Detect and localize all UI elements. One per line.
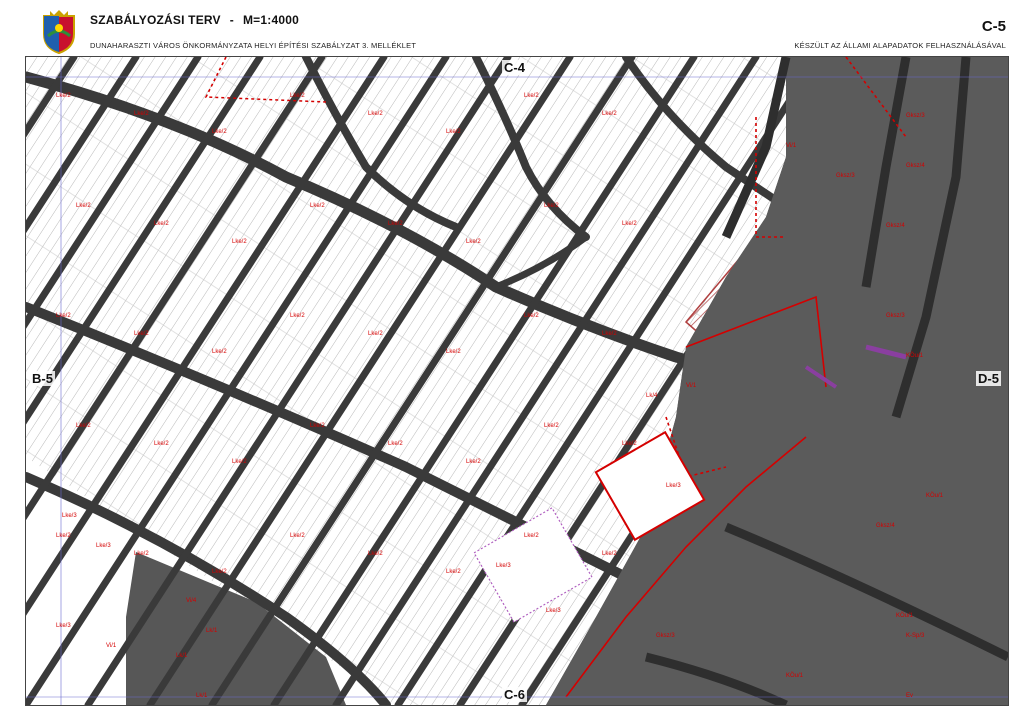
zone-label: Lke/2 [602, 551, 617, 557]
zone-label: Lke/2 [154, 221, 169, 227]
zone-label: Lke/2 [56, 93, 71, 99]
zone-label: Gksz/3 [656, 633, 675, 639]
zone-label: Lke/2 [212, 569, 227, 575]
zone-label: Ev [906, 693, 913, 699]
zone-label: Vi/1 [786, 143, 797, 149]
zone-label: Lke/2 [310, 423, 325, 429]
zone-label: Lke/2 [446, 569, 461, 575]
zone-label: Lke/2 [290, 533, 305, 539]
zone-label: Lke/2 [446, 349, 461, 355]
zone-label: Lke/2 [290, 93, 305, 99]
zone-label: Lke/3 [666, 483, 681, 489]
zone-label: Gksz/3 [906, 113, 925, 119]
adjacent-sheet-west[interactable]: B-5 [30, 371, 55, 386]
zone-label: Gksz/4 [886, 223, 905, 229]
zone-label: Lke/2 [544, 203, 559, 209]
zone-label: KÖu/1 [926, 492, 944, 499]
zone-label: Lke/2 [446, 129, 461, 135]
zone-label: Lke/2 [56, 533, 71, 539]
zone-label: Gksz/3 [836, 173, 855, 179]
zone-label: Lke/3 [62, 513, 77, 519]
map-header: SZABÁLYOZÁSI TERV - M=1:4000 DUNAHARASZTI … [0, 0, 1024, 56]
zone-label: KÖu/1 [786, 672, 804, 679]
zone-label: Lke/2 [388, 221, 403, 227]
zone-label: Lke/3 [56, 623, 71, 629]
zone-label: Lke/2 [524, 93, 539, 99]
zone-label: Lke/2 [368, 551, 383, 557]
zone-label: Lke/2 [134, 111, 149, 117]
zone-label: Lke/2 [524, 313, 539, 319]
zone-label: Lke/2 [622, 441, 637, 447]
zone-label: Lk/1 [176, 653, 188, 659]
zone-label: Lke/2 [466, 239, 481, 245]
adjacent-sheet-south[interactable]: C-6 [502, 687, 527, 702]
zone-label: Lke/2 [602, 111, 617, 117]
adjacent-sheet-east[interactable]: D-5 [976, 371, 1001, 386]
sheet-code: C-5 [981, 18, 1006, 35]
zone-label: Lke/3 [496, 563, 511, 569]
zone-label: Lke/2 [524, 533, 539, 539]
zone-label: Lke/2 [290, 313, 305, 319]
zone-label: Vi/1 [686, 383, 697, 389]
zone-label: Lke/2 [232, 239, 247, 245]
zone-label: Lk/4 [646, 393, 658, 399]
map-subtitle: DUNAHARASZTI VÁROS ÖNKORMÁNYZATA HELYI É… [90, 41, 417, 50]
zone-label: Lke/2 [212, 129, 227, 135]
zone-label: Gksz/4 [906, 163, 925, 169]
zone-label: Lke/3 [546, 608, 561, 614]
adjacent-sheet-north[interactable]: C-4 [502, 60, 527, 75]
title-separator: - [229, 13, 234, 27]
zone-label: Lke/2 [212, 349, 227, 355]
zone-label: Gksz/3 [886, 313, 905, 319]
zone-label: Lke/2 [466, 459, 481, 465]
zone-label: Lke/2 [134, 331, 149, 337]
zone-label: Lke/2 [76, 203, 91, 209]
zone-label: Lke/2 [76, 423, 91, 429]
map-drawing: Lke/2 Lke/2 Lke/2 Lke/2 Lke/2 Lke/2 Lke/2 Lke/2… [26, 57, 1008, 705]
zone-label: Lke/2 [56, 313, 71, 319]
zone-label: Lke/2 [134, 551, 149, 557]
zone-label: KÖu/1 [896, 612, 914, 619]
zone-label: K-Sp/3 [906, 633, 925, 639]
zone-label: Lke/2 [368, 111, 383, 117]
source-note: KÉSZÜLT AZ ÁLLAMI ALAPADATOK FELHASZNÁLÁ… [794, 41, 1006, 50]
zone-label: Gksz/4 [876, 523, 895, 529]
zone-label: Lk/1 [196, 693, 208, 699]
map-scale: M=1:4000 [242, 13, 299, 27]
zone-label: Lke/2 [602, 331, 617, 337]
map-title: SZABÁLYOZÁSI TERV - M=1:4000 [90, 13, 299, 27]
plan-title: SZABÁLYOZÁSI TERV [90, 13, 221, 27]
zone-label: Vi/1 [106, 643, 117, 649]
zone-label: Vi/4 [186, 598, 197, 604]
zone-label: Lke/2 [232, 459, 247, 465]
zone-label: Lk/1 [206, 628, 218, 634]
zone-label: Lke/2 [310, 203, 325, 209]
zone-label: Lke/2 [388, 441, 403, 447]
coat-of-arms-icon [43, 10, 75, 54]
zone-label: Lke/2 [544, 423, 559, 429]
zone-label: Lke/2 [622, 221, 637, 227]
zone-label: KÖu/1 [906, 352, 924, 359]
map-canvas[interactable]: Lke/2 Lke/2 Lke/2 Lke/2 Lke/2 Lke/2 Lke/2 Lke/2… [25, 56, 1009, 706]
zone-label: Lke/2 [368, 331, 383, 337]
zone-label: Lke/2 [154, 441, 169, 447]
zone-label: Lke/3 [96, 543, 111, 549]
